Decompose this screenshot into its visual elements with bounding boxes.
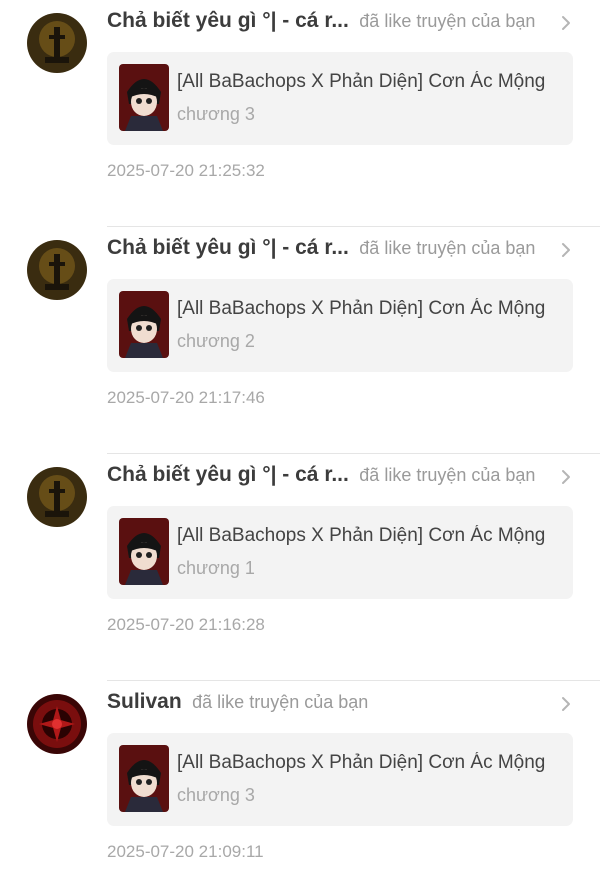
story-card[interactable]: [All BaBachops X Phản Diện] Cơn Ác Mộng … [107, 279, 573, 372]
timestamp: 2025-07-20 21:09:11 [107, 842, 264, 861]
action-text: đã like truyện của bạn [359, 464, 536, 485]
chapter-label: chương 1 [177, 558, 255, 578]
candle-avatar-icon[interactable] [27, 467, 87, 527]
username[interactable]: Chả biết yêu gì °| - cá r... [107, 9, 349, 32]
chevron-right-icon[interactable] [558, 693, 574, 715]
story-cover-image [119, 64, 169, 131]
timestamp: 2025-07-20 21:16:28 [107, 615, 265, 634]
notification-item[interactable]: Chả biết yêu gì °| - cá r... đã like tru… [0, 454, 600, 681]
story-card[interactable]: [All BaBachops X Phản Diện] Cơn Ác Mộng … [107, 733, 573, 826]
chevron-right-icon[interactable] [558, 239, 574, 261]
action-text: đã like truyện của bạn [359, 237, 536, 258]
notification-header: Chả biết yêu gì °| - cá r... đã like tru… [107, 236, 572, 266]
action-text: đã like truyện của bạn [359, 10, 536, 31]
story-title: [All BaBachops X Phản Diện] Cơn Ác Mộng [177, 71, 546, 92]
chapter-label: chương 2 [177, 331, 255, 351]
notification-header: Chả biết yêu gì °| - cá r... đã like tru… [107, 463, 572, 493]
story-cover-image [119, 291, 169, 358]
notification-header: Chả biết yêu gì °| - cá r... đã like tru… [107, 9, 572, 39]
notification-item[interactable]: Sulivan đã like truyện của bạn [All BaBa… [0, 681, 600, 882]
username[interactable]: Sulivan [107, 690, 182, 713]
candle-avatar-icon[interactable] [27, 13, 87, 73]
notification-header: Sulivan đã like truyện của bạn [107, 690, 572, 720]
timestamp: 2025-07-20 21:25:32 [107, 161, 265, 180]
story-card[interactable]: [All BaBachops X Phản Diện] Cơn Ác Mộng … [107, 52, 573, 145]
story-title: [All BaBachops X Phản Diện] Cơn Ác Mộng [177, 525, 546, 546]
timestamp: 2025-07-20 21:17:46 [107, 388, 265, 407]
username[interactable]: Chả biết yêu gì °| - cá r... [107, 463, 349, 486]
red-emblem-avatar-icon[interactable] [27, 694, 87, 754]
chapter-label: chương 3 [177, 785, 255, 805]
story-title: [All BaBachops X Phản Diện] Cơn Ác Mộng [177, 298, 546, 319]
notification-item[interactable]: Chả biết yêu gì °| - cá r... đã like tru… [0, 227, 600, 454]
notification-feed: Chả biết yêu gì °| - cá r... đã like tru… [0, 0, 600, 882]
story-cover-image [119, 745, 169, 812]
chevron-right-icon[interactable] [558, 466, 574, 488]
story-cover-image [119, 518, 169, 585]
username[interactable]: Chả biết yêu gì °| - cá r... [107, 236, 349, 259]
action-text: đã like truyện của bạn [192, 691, 369, 712]
chevron-right-icon[interactable] [558, 12, 574, 34]
story-card[interactable]: [All BaBachops X Phản Diện] Cơn Ác Mộng … [107, 506, 573, 599]
chapter-label: chương 3 [177, 104, 255, 124]
notification-item[interactable]: Chả biết yêu gì °| - cá r... đã like tru… [0, 0, 600, 227]
candle-avatar-icon[interactable] [27, 240, 87, 300]
story-title: [All BaBachops X Phản Diện] Cơn Ác Mộng [177, 752, 546, 773]
